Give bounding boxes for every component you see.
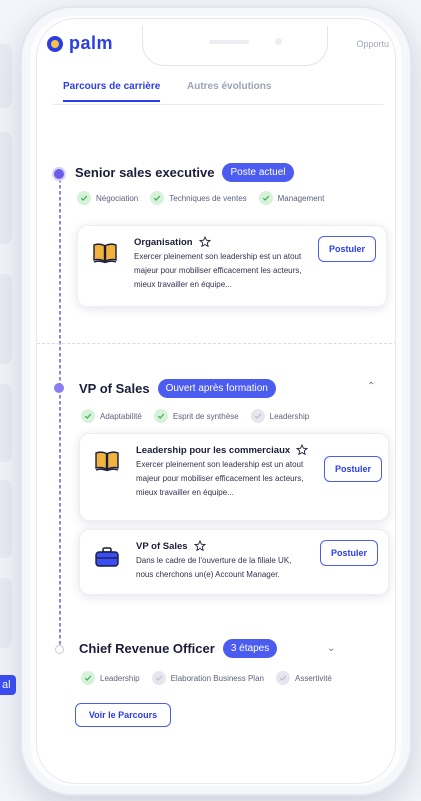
check-icon [81,671,95,685]
check-icon [258,191,273,205]
background-card [0,384,12,462]
timeline-dot-future [55,645,64,654]
skill-label: Assertivité [294,673,332,683]
background-card [0,132,12,244]
section-divider [37,343,395,344]
skill-label: Esprit de synthèse [172,411,239,421]
step-title: VP of Sales [79,381,150,396]
skill-item: Assertivité [275,671,332,685]
formation-card[interactable]: Leadership pour les commerciaux Exercer … [79,433,389,521]
background-card [0,274,12,364]
book-icon [95,451,119,472]
background-card [0,578,12,648]
phone-notch [142,26,328,66]
postuler-button[interactable]: Postuler [318,236,376,262]
card-title: VP of Sales [136,540,206,552]
timeline-dot-current [54,169,64,179]
card-title-text: Leadership pour les commerciaux [136,444,291,456]
chevron-down-icon[interactable]: ⌄ [327,643,335,654]
header-link[interactable]: Opportu [356,39,389,49]
voir-parcours-button[interactable]: Voir le Parcours [75,703,171,727]
speaker [209,40,249,44]
skill-item: Management [258,191,325,205]
skill-label: Management [277,193,325,203]
step-title: Chief Revenue Officer [79,641,215,656]
step-header: VP of Sales Ouvert après formation [79,379,276,398]
background-card [0,480,12,558]
check-icon [250,409,265,423]
formation-card[interactable]: Organisation Exercer pleinement son lead… [77,225,387,307]
skill-list: Négociation Techniques de ventes Managem… [77,191,324,205]
card-description: Exercer pleinement son leadership est un… [136,460,304,497]
check-icon [153,409,168,423]
card-title-text: Organisation [134,236,193,248]
skill-label: Leadership [100,673,140,683]
skill-label: Adaptabilité [100,411,142,421]
skill-label: Leadership [269,411,310,421]
logo-text: palm [69,33,114,53]
status-badge: 3 étapes [222,639,278,658]
step-header: Chief Revenue Officer 3 étapes [79,639,278,658]
card-description: Dans le cadre de l'ouverture de la filia… [136,556,292,579]
job-card[interactable]: VP of Sales Dans le cadre de l'ouverture… [79,529,389,595]
logo-icon [47,35,63,52]
background-tag: al [0,675,16,695]
status-badge: Ouvert après formation [157,379,276,398]
skill-item: Leadership [81,671,140,685]
skill-item: Elaboration Business Plan [151,671,264,685]
skill-item: Leadership [250,409,310,423]
timeline-line [59,179,61,649]
card-title-text: VP of Sales [136,540,188,552]
skill-label: Négociation [96,193,139,203]
background-card [0,44,12,108]
postuler-button[interactable]: Postuler [320,540,378,566]
skill-label: Techniques de ventes [169,193,247,203]
tab-parcours[interactable]: Parcours de carrière [63,81,161,102]
briefcase-icon [95,547,119,567]
star-icon[interactable] [198,236,211,248]
timeline-dot [54,383,64,393]
skill-item: Négociation [77,191,138,205]
step-header: Senior sales executive Poste actuel [75,163,294,182]
card-description: Exercer pleinement son leadership est un… [134,252,302,289]
check-icon [150,191,165,205]
app-screen: palm Opportu Parcours de carrière Autres… [36,18,396,784]
postuler-button[interactable]: Postuler [324,456,382,482]
star-icon[interactable] [193,540,206,552]
book-icon [93,243,117,264]
step-title: Senior sales executive [75,165,215,180]
chevron-up-icon[interactable]: ⌃ [367,381,375,392]
camera [275,38,282,45]
check-icon [151,671,166,685]
card-title: Leadership pour les commerciaux [136,444,309,456]
skill-item: Techniques de ventes [150,191,247,205]
status-badge: Poste actuel [222,163,294,182]
logo[interactable]: palm [47,33,113,54]
card-title: Organisation [134,236,211,248]
skill-item: Esprit de synthèse [153,409,239,423]
check-icon [81,409,95,423]
check-icon [77,191,91,205]
skill-list: Leadership Elaboration Business Plan Ass… [81,671,332,685]
tab-autres-evolutions[interactable]: Autres évolutions [187,81,271,92]
tab-bar: Parcours de carrière Autres évolutions [53,77,383,105]
skill-label: Elaboration Business Plan [170,673,264,683]
check-icon [275,671,290,685]
star-icon[interactable] [296,444,309,456]
skill-item: Adaptabilité [81,409,142,423]
skill-list: Adaptabilité Esprit de synthèse Leadersh… [81,409,309,423]
